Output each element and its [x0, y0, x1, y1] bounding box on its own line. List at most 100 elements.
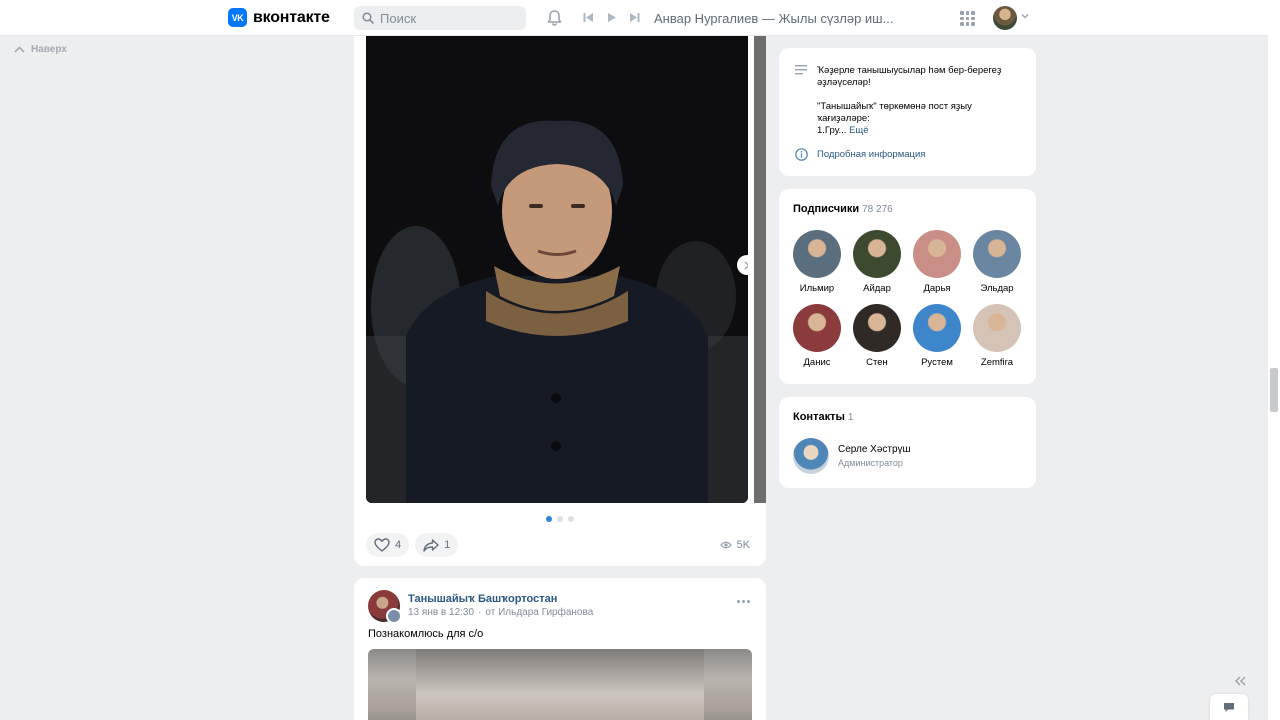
description-line: "Танышайыҡ" төркөмөнә пост яҙыу	[817, 101, 972, 112]
post-meta: 13 янв в 12:30 · от Ильдара Гирфанова	[408, 607, 593, 618]
chevron-up-icon	[14, 46, 25, 53]
description-line: 1.Гру...	[817, 125, 847, 136]
gallery-dot[interactable]	[546, 516, 552, 522]
search-icon	[362, 12, 374, 24]
subscriber-avatar[interactable]	[913, 304, 961, 352]
subscriber-name[interactable]: Дарья	[923, 283, 950, 294]
subscriber-avatar[interactable]	[853, 230, 901, 278]
description-line: Ҡәҙерле танышыусылар һәм бер-берегеҙ	[817, 65, 1002, 76]
subscribers-title[interactable]: Подписчики 78 276	[793, 203, 893, 215]
contacts-card: Контакты 1 Серле Хәстрүш Администратор	[779, 397, 1036, 488]
views-counter: 5K	[719, 539, 750, 551]
notifications-bell-icon[interactable]	[546, 9, 563, 30]
post-text: Познакомлюсь для с/о	[368, 628, 484, 640]
subscriber-name[interactable]: Рустем	[921, 357, 953, 368]
user-avatar[interactable]	[993, 6, 1017, 30]
author-avatar[interactable]	[386, 608, 402, 624]
gallery-dot[interactable]	[568, 516, 574, 522]
top-header: VK вконтакте Анвар Нургалиев — Жылы сүзл…	[0, 0, 1268, 36]
subscriber-item[interactable]: Рустем	[913, 304, 961, 368]
gallery-pagination	[546, 516, 574, 522]
post-from[interactable]: от Ильдара Гирфанова	[485, 607, 593, 618]
post-time[interactable]: 13 янв в 12:30	[408, 607, 474, 618]
chat-button[interactable]	[1210, 694, 1248, 720]
subscriber-name[interactable]: Zemfira	[981, 357, 1013, 368]
meta-separator: ·	[478, 607, 482, 618]
description-line: әҙләүселәр!	[817, 77, 871, 88]
subscriber-item[interactable]: Айдар	[853, 230, 901, 294]
subscriber-name[interactable]: Данис	[803, 357, 830, 368]
subscriber-item[interactable]: Ильмир	[793, 230, 841, 294]
contacts-title[interactable]: Контакты 1	[793, 411, 853, 423]
views-count: 5K	[736, 539, 750, 551]
chevron-down-icon[interactable]	[1021, 13, 1029, 19]
vk-logo-text: вконтакте	[253, 8, 330, 26]
subscriber-item[interactable]: Эльдар	[973, 230, 1021, 294]
subscribers-title-label: Подписчики	[793, 203, 860, 215]
vk-logo-mark: VK	[228, 8, 247, 27]
subscribers-card: Подписчики 78 276 Ильмир Айдар Дарья Эльдар Д…	[779, 189, 1036, 384]
post-menu-icon[interactable]	[737, 600, 750, 603]
scrollbar-thumb[interactable]	[1270, 368, 1278, 412]
subscriber-avatar[interactable]	[973, 230, 1021, 278]
post-photo[interactable]	[366, 36, 748, 503]
now-playing-track[interactable]: Анвар Нургалиев — Жылы сүзләр иш...	[654, 11, 893, 26]
details-link-label: Подробная информация	[817, 149, 926, 160]
share-icon	[423, 538, 439, 552]
post-author-link[interactable]: Танышайыҡ Башҡортостан	[408, 593, 557, 605]
subscriber-avatar[interactable]	[853, 304, 901, 352]
description-line: ҡағиҙәләре:	[817, 113, 870, 124]
heart-icon	[374, 538, 390, 552]
next-photo-preview[interactable]	[754, 36, 766, 503]
subscriber-name[interactable]: Ильмир	[800, 283, 834, 294]
back-to-top-button[interactable]: Наверх	[14, 44, 67, 55]
contacts-count: 1	[847, 412, 854, 423]
post-card: 4 1 5K	[354, 36, 766, 566]
share-button[interactable]: 1	[415, 533, 459, 557]
audio-player-controls	[583, 11, 640, 26]
post-actions: 4 1	[366, 533, 459, 557]
gallery-dot[interactable]	[557, 516, 563, 522]
chevron-right-icon	[744, 260, 748, 270]
next-track-icon[interactable]	[629, 11, 640, 26]
chat-bubble-icon	[1224, 702, 1234, 712]
post-card: Танышайыҡ Башҡортостан 13 янв в 12:30 · от…	[354, 578, 766, 720]
like-button[interactable]: 4	[366, 533, 410, 557]
group-description: Ҡәҙерле танышыусылар һәм бер-берегеҙ әҙлә…	[817, 65, 1021, 137]
subscriber-avatar[interactable]	[913, 230, 961, 278]
subscriber-avatar[interactable]	[793, 230, 841, 278]
subscriber-name[interactable]: Стен	[866, 357, 888, 368]
play-icon[interactable]	[606, 11, 617, 26]
info-icon	[795, 148, 808, 161]
group-info-card: Ҡәҙерле танышыусылар һәм бер-берегеҙ әҙлә…	[779, 48, 1036, 176]
back-to-top-label: Наверх	[31, 44, 67, 55]
search-box[interactable]	[354, 6, 526, 30]
collapse-chats-icon[interactable]	[1233, 676, 1247, 686]
previous-track-icon[interactable]	[583, 11, 594, 26]
contact-role: Администратор	[838, 458, 903, 468]
subscriber-avatar[interactable]	[973, 304, 1021, 352]
subscriber-item[interactable]: Стен	[853, 304, 901, 368]
like-count: 4	[395, 539, 402, 551]
subscriber-item[interactable]: Zemfira	[973, 304, 1021, 368]
post-photo[interactable]	[368, 649, 752, 720]
contact-item[interactable]: Серле Хәстрүш Администратор	[793, 438, 911, 474]
contact-avatar[interactable]	[793, 438, 829, 474]
details-link[interactable]: Подробная информация	[795, 148, 925, 161]
contact-name[interactable]: Серле Хәстрүш	[838, 444, 911, 455]
subscriber-item[interactable]: Дарья	[913, 230, 961, 294]
contacts-title-label: Контакты	[793, 411, 845, 423]
show-more-link[interactable]: Ещё	[849, 125, 868, 136]
photo-illustration	[366, 36, 748, 503]
subscriber-name[interactable]: Эльдар	[980, 283, 1013, 294]
subscriber-item[interactable]: Данис	[793, 304, 841, 368]
subscribers-grid: Ильмир Айдар Дарья Эльдар Данис Стен Рустем Zem…	[793, 230, 1021, 368]
apps-grid-icon[interactable]	[960, 11, 975, 26]
page-scrollbar[interactable]	[1268, 0, 1280, 720]
subscriber-avatar[interactable]	[793, 304, 841, 352]
vk-logo[interactable]: VK вконтакте	[228, 8, 330, 27]
subscriber-name[interactable]: Айдар	[863, 283, 891, 294]
eye-icon	[719, 541, 732, 549]
description-icon	[795, 65, 807, 75]
search-input[interactable]	[380, 10, 510, 26]
